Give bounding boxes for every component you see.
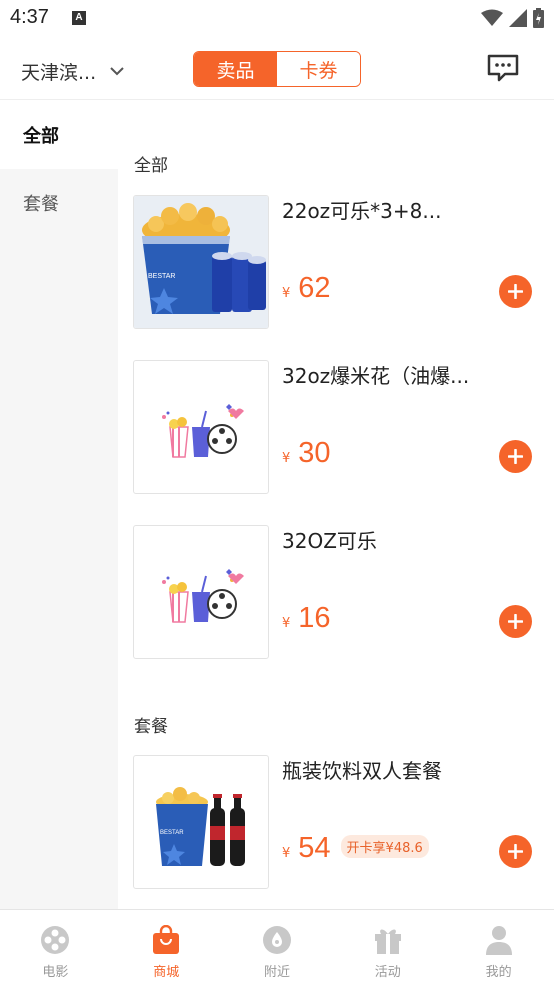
- category-sidebar: 全部 套餐: [0, 101, 118, 909]
- tab-coupons[interactable]: 卡券: [277, 52, 360, 86]
- section-title-all: 全部: [134, 156, 168, 176]
- tab-concessions[interactable]: 卖品: [194, 52, 277, 86]
- product-item[interactable]: 32oz爆米花（油爆... ¥ 30: [133, 360, 553, 496]
- plus-icon: [508, 614, 523, 629]
- currency-symbol: ¥: [282, 846, 291, 861]
- notification-icon: A: [72, 11, 86, 25]
- currency-symbol: ¥: [282, 286, 291, 301]
- add-to-cart-button[interactable]: [499, 605, 532, 638]
- product-price: 16: [298, 602, 331, 634]
- product-price: 62: [298, 272, 331, 304]
- nav-item-movies[interactable]: 电影: [0, 910, 111, 984]
- product-item[interactable]: BESTAR 瓶装饮料双人套餐 ¥ 54 开卡享¥48.6: [133, 755, 553, 891]
- plus-icon: [508, 449, 523, 464]
- nav-label: 我的: [485, 965, 512, 980]
- svg-text:BESTAR: BESTAR: [160, 830, 184, 836]
- status-bar: 4:37 A: [0, 0, 554, 38]
- nav-label: 商城: [153, 965, 180, 980]
- add-to-cart-button[interactable]: [499, 835, 532, 868]
- section-title-combos: 套餐: [134, 717, 168, 737]
- gift-icon: [372, 924, 404, 956]
- header: 天津滨... 卖品 卡券: [0, 38, 554, 100]
- product-name: 32OZ可乐: [282, 529, 377, 553]
- category-toggle: 卖品 卡券: [193, 51, 361, 87]
- currency-symbol: ¥: [282, 451, 291, 466]
- add-to-cart-button[interactable]: [499, 275, 532, 308]
- product-list: 全部 BESTAR 22oz可乐*3+8... ¥ 62 32oz爆米花（油爆.…: [118, 101, 554, 909]
- person-icon: [483, 924, 515, 956]
- member-price-badge: 开卡享¥48.6: [340, 835, 429, 858]
- status-icons: [481, 8, 544, 28]
- bottom-nav: 电影 商城 附近 活动 我的: [0, 909, 554, 984]
- nav-item-profile[interactable]: 我的: [443, 910, 554, 984]
- product-image: BESTAR: [133, 755, 269, 889]
- battery-icon: [533, 8, 544, 28]
- nav-item-nearby[interactable]: 附近: [222, 910, 333, 984]
- status-time: 4:37: [10, 6, 49, 28]
- sidebar-item-all[interactable]: 全部: [0, 101, 118, 169]
- sidebar-item-combos[interactable]: 套餐: [0, 169, 118, 237]
- product-price-row: ¥ 30: [282, 437, 331, 470]
- signal-icon: [509, 9, 527, 27]
- product-image: [133, 360, 269, 494]
- add-to-cart-button[interactable]: [499, 440, 532, 473]
- plus-icon: [508, 284, 523, 299]
- svg-text:BESTAR: BESTAR: [148, 273, 176, 280]
- city-selector[interactable]: 天津滨...: [21, 58, 124, 85]
- product-name: 32oz爆米花（油爆...: [282, 364, 470, 388]
- film-reel-icon: [39, 924, 71, 956]
- product-image: [133, 525, 269, 659]
- product-price-row: ¥ 16: [282, 602, 331, 635]
- shopping-bag-icon: [150, 924, 182, 956]
- nav-label: 附近: [263, 965, 290, 980]
- product-price: 54: [298, 832, 331, 864]
- product-price-row: ¥ 62: [282, 272, 331, 305]
- location-icon: [261, 924, 293, 956]
- chevron-down-icon: [110, 67, 124, 76]
- product-price: 30: [298, 437, 331, 469]
- wifi-icon: [481, 9, 503, 26]
- plus-icon: [508, 844, 523, 859]
- product-item[interactable]: 32OZ可乐 ¥ 16: [133, 525, 553, 661]
- product-item[interactable]: BESTAR 22oz可乐*3+8... ¥ 62: [133, 195, 553, 331]
- city-label: 天津滨...: [21, 62, 97, 84]
- nav-item-activities[interactable]: 活动: [332, 910, 443, 984]
- nav-label: 活动: [374, 965, 401, 980]
- message-icon[interactable]: [487, 54, 519, 82]
- product-name: 22oz可乐*3+8...: [282, 199, 442, 223]
- product-price-row: ¥ 54 开卡享¥48.6: [282, 832, 429, 865]
- product-name: 瓶装饮料双人套餐: [282, 759, 442, 783]
- nav-label: 电影: [42, 965, 69, 980]
- product-image: BESTAR: [133, 195, 269, 329]
- currency-symbol: ¥: [282, 616, 291, 631]
- nav-item-mall[interactable]: 商城: [111, 910, 222, 984]
